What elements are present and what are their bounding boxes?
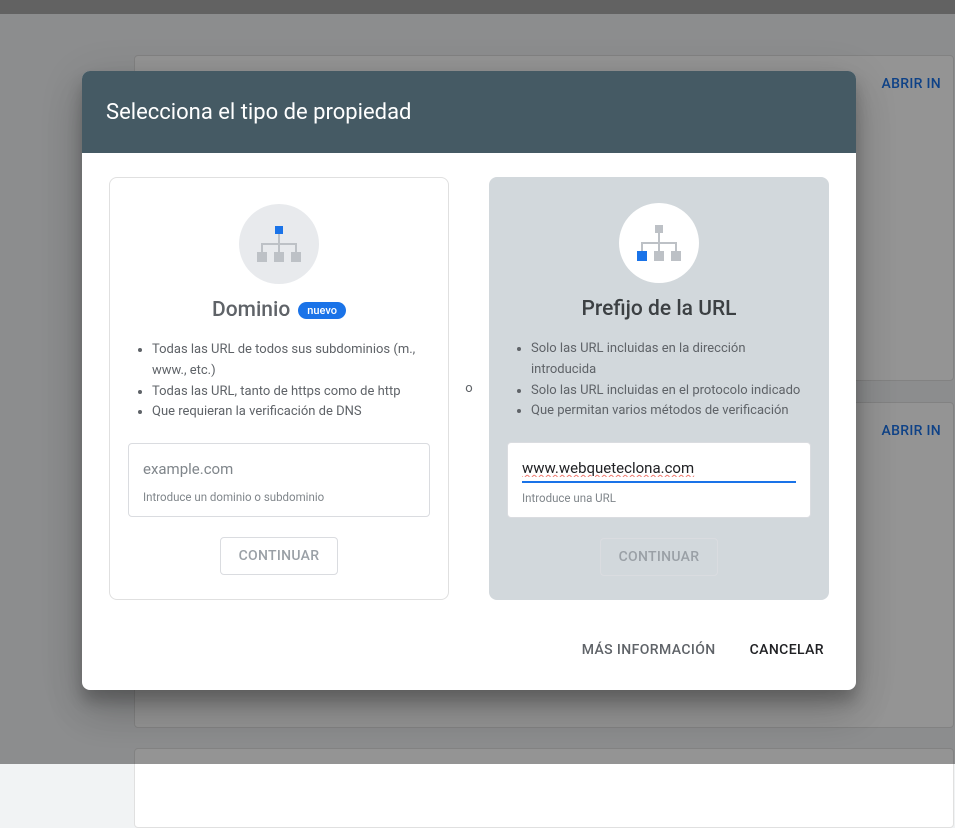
domain-input-box: Introduce un dominio o subdominio [128, 443, 430, 517]
url-prefix-option-card[interactable]: Prefijo de la URL Solo las URL incluidas… [489, 177, 829, 600]
url-helper: Introduce una URL [522, 491, 796, 505]
list-item: Solo las URL incluidas en el protocolo i… [531, 381, 811, 402]
divider-or: o [464, 381, 474, 396]
list-item: Que permitan varios métodos de verificac… [531, 401, 811, 422]
card-title-row: Dominio nuevo [212, 298, 346, 322]
more-info-button[interactable]: MÁS INFORMACIÓN [578, 636, 720, 664]
url-card-title: Prefijo de la URL [581, 297, 736, 321]
domain-input[interactable] [143, 458, 415, 482]
list-item: Todas las URL de todos sus subdominios (… [152, 340, 430, 382]
url-bullets: Solo las URL incluidas en la dirección i… [507, 339, 811, 422]
modal-footer: MÁS INFORMACIÓN CANCELAR [82, 624, 856, 690]
domain-helper: Introduce un dominio o subdominio [143, 490, 415, 504]
url-input[interactable] [522, 457, 796, 483]
property-type-modal: Selecciona el tipo de propiedad Dominio … [82, 71, 856, 690]
domain-bullets: Todas las URL de todos sus subdominios (… [128, 340, 430, 423]
sitemap-icon [619, 203, 699, 283]
modal-title: Selecciona el tipo de propiedad [82, 71, 856, 153]
list-item: Que requieran la verificación de DNS [152, 402, 430, 423]
url-input-box: Introduce una URL [507, 442, 811, 518]
list-item: Todas las URL, tanto de https como de ht… [152, 382, 430, 403]
new-badge: nuevo [298, 302, 346, 319]
url-continue-button[interactable]: CONTINUAR [600, 538, 719, 576]
cancel-button[interactable]: CANCELAR [746, 636, 828, 664]
domain-card-title: Dominio [212, 298, 290, 322]
card-title-row: Prefijo de la URL [581, 297, 736, 321]
modal-body: Dominio nuevo Todas las URL de todos sus… [82, 153, 856, 624]
domain-option-card[interactable]: Dominio nuevo Todas las URL de todos sus… [109, 177, 449, 600]
list-item: Solo las URL incluidas en la dirección i… [531, 339, 811, 381]
domain-continue-button[interactable]: CONTINUAR [220, 537, 339, 575]
sitemap-icon [239, 204, 319, 284]
